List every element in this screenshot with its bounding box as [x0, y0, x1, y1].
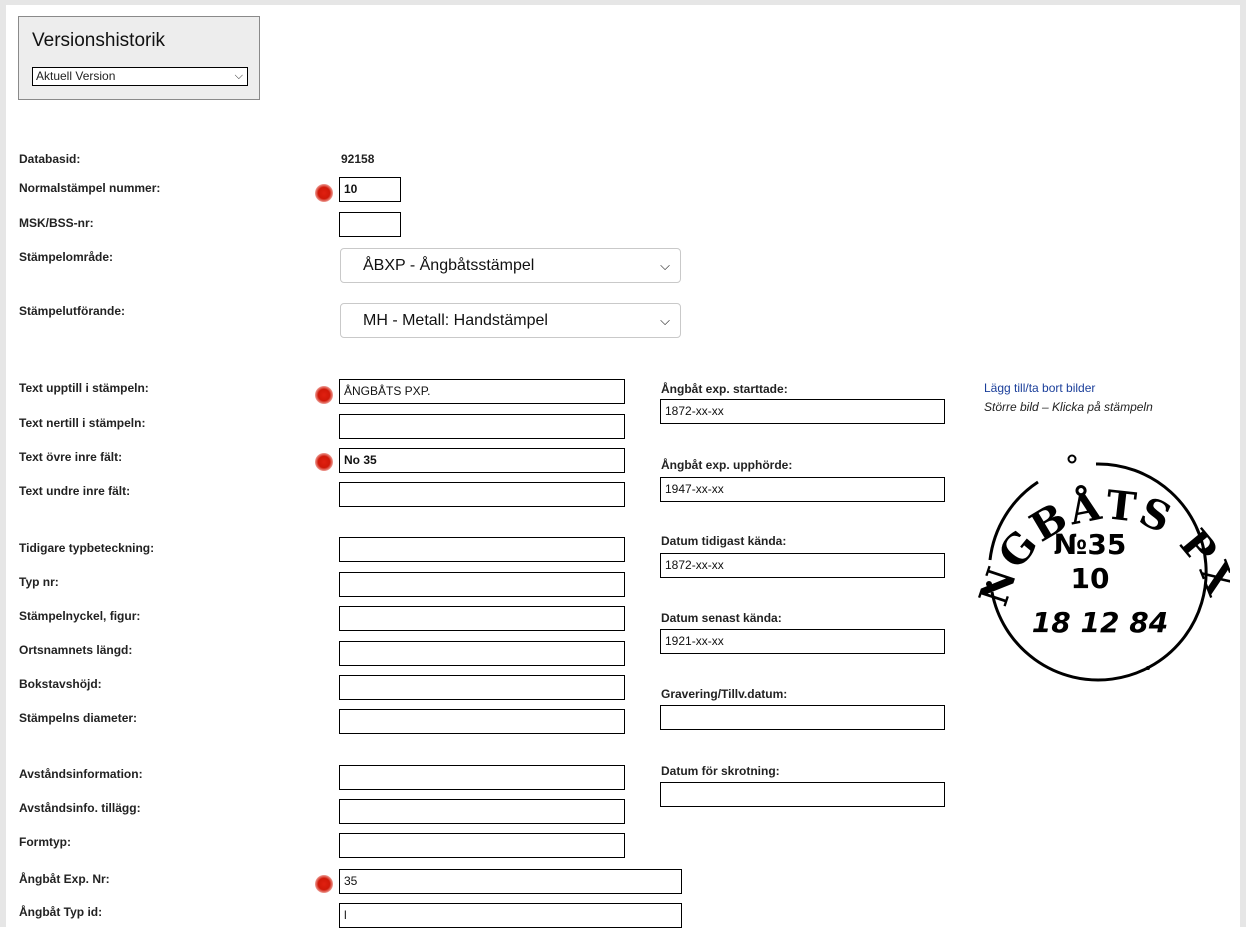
text-upptill-label: Text upptill i stämpeln: — [19, 381, 149, 395]
startade-label: Ångbåt exp. starttade: — [661, 382, 788, 396]
normalstampel-input[interactable]: 10 — [339, 177, 401, 202]
stampelomrade-select[interactable]: ÅBXP - Ångbåtsstämpel ⌵ — [340, 248, 681, 283]
stampelutforande-label: Stämpelutförande: — [19, 304, 126, 318]
formtyp-label: Formtyp: — [19, 835, 71, 849]
databasid-value: 92158 — [341, 152, 375, 166]
text-ovre-input[interactable]: No 35 — [339, 448, 625, 473]
text-undre-label: Text undre inre fält: — [19, 484, 131, 498]
skrotning-label: Datum för skrotning: — [661, 764, 780, 778]
window-frame-right — [1240, 0, 1246, 927]
ortsnamn-label: Ortsnamnets längd: — [19, 643, 133, 657]
formtyp-input[interactable] — [339, 833, 625, 858]
angbat-typ-id-label: Ångbåt Typ id: — [19, 905, 103, 919]
diameter-label: Stämpelns diameter: — [19, 711, 138, 725]
angbat-exp-nr-label: Ångbåt Exp. Nr: — [19, 872, 110, 886]
red-dot-marker — [315, 453, 333, 471]
upphorde-input[interactable]: 1947-xx-xx — [660, 477, 945, 502]
text-undre-input[interactable] — [339, 482, 625, 507]
normalstampel-label: Normalstämpel nummer: — [19, 181, 161, 195]
typ-nr-label: Typ nr: — [19, 575, 59, 589]
tidigare-label: Tidigare typbeteckning: — [19, 541, 155, 555]
chevron-down-icon: ⌵ — [660, 258, 670, 273]
msk-input[interactable] — [339, 212, 401, 237]
tidigast-input[interactable]: 1872-xx-xx — [660, 553, 945, 578]
avstandsinfo-tillagg-input[interactable] — [339, 799, 625, 824]
stampelnyckel-input[interactable] — [339, 606, 625, 631]
stampelnyckel-label: Stämpelnyckel, figur: — [19, 609, 141, 623]
gravering-input[interactable] — [660, 705, 945, 730]
stampelomrade-label: Stämpelområde: — [19, 250, 114, 264]
stamp-line3: 18 12 84 — [1032, 606, 1168, 639]
window-frame-left — [0, 0, 6, 927]
ortsnamn-input[interactable] — [339, 641, 625, 666]
chevron-down-icon: ⌵ — [660, 313, 670, 328]
window-frame-top — [0, 0, 1246, 5]
tidigast-label: Datum tidigast kända: — [661, 534, 787, 548]
chevron-down-icon: ⌵ — [234, 70, 243, 82]
text-nertill-label: Text nertill i stämpeln: — [19, 416, 146, 430]
postmark-stamp-icon: ÅNGBÅTS PXP. №35 10 18 12 84 — [950, 405, 1243, 682]
avstandsinfo-input[interactable] — [339, 765, 625, 790]
stampelutforande-select-value: MH - Metall: Handstämpel — [363, 312, 548, 329]
stamp-image[interactable]: ÅNGBÅTS PXP. №35 10 18 12 84 — [950, 405, 1243, 699]
red-dot-marker — [315, 184, 333, 202]
avstandsinfo-label: Avståndsinformation: — [19, 767, 143, 781]
larger-image-note: Större bild – Klicka på stämpeln — [984, 400, 1153, 414]
upphorde-label: Ångbåt exp. upphörde: — [661, 458, 793, 472]
skrotning-input[interactable] — [660, 782, 945, 807]
text-upptill-input[interactable]: ÅNGBÅTS PXP. — [339, 379, 625, 404]
red-dot-marker — [315, 386, 333, 404]
bokstavshojd-input[interactable] — [339, 675, 625, 700]
version-select[interactable]: Aktuell Version ⌵ — [32, 67, 248, 86]
tidigare-input[interactable] — [339, 537, 625, 562]
diameter-input[interactable] — [339, 709, 625, 734]
version-history-panel: Versionshistorik Aktuell Version ⌵ — [18, 16, 260, 100]
avstandsinfo-tillagg-label: Avståndsinfo. tillägg: — [19, 801, 141, 815]
senast-input[interactable]: 1921-xx-xx — [660, 629, 945, 654]
angbat-typ-id-input[interactable]: l — [339, 903, 682, 928]
red-dot-marker — [315, 875, 333, 893]
typ-nr-input[interactable] — [339, 572, 625, 597]
stamp-line2: 10 — [1071, 562, 1110, 595]
angbat-exp-nr-input[interactable]: 35 — [339, 869, 682, 894]
add-remove-images-link[interactable]: Lägg till/ta bort bilder — [984, 381, 1095, 395]
bokstavshojd-label: Bokstavshöjd: — [19, 677, 102, 691]
text-nertill-input[interactable] — [339, 414, 625, 439]
stampelomrade-select-value: ÅBXP - Ångbåtsstämpel — [363, 257, 535, 274]
senast-label: Datum senast kända: — [661, 611, 782, 625]
gravering-label: Gravering/Tillv.datum: — [661, 687, 788, 701]
databasid-label: Databasid: — [19, 152, 81, 166]
version-history-title: Versionshistorik — [32, 30, 166, 51]
stamp-line1: №35 — [1054, 528, 1127, 561]
startade-input[interactable]: 1872-xx-xx — [660, 399, 945, 424]
version-select-value: Aktuell Version — [36, 69, 116, 83]
stampelutforande-select[interactable]: MH - Metall: Handstämpel ⌵ — [340, 303, 681, 338]
text-ovre-label: Text övre inre fält: — [19, 450, 123, 464]
msk-label: MSK/BSS-nr: — [19, 216, 94, 230]
